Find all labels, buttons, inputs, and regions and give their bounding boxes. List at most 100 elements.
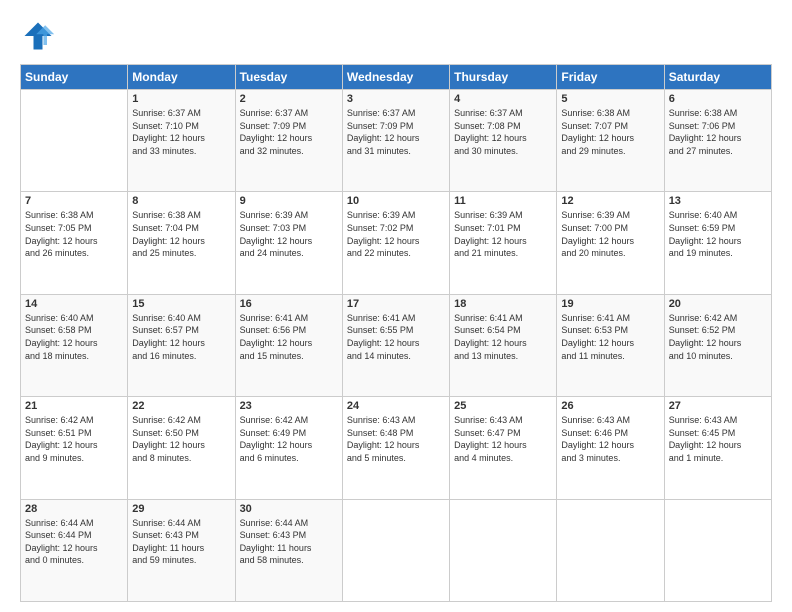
day-info: Sunrise: 6:42 AM Sunset: 6:51 PM Dayligh… xyxy=(25,414,123,464)
day-number: 5 xyxy=(561,93,659,105)
day-cell xyxy=(342,499,449,601)
day-cell: 29Sunrise: 6:44 AM Sunset: 6:43 PM Dayli… xyxy=(128,499,235,601)
day-cell: 18 Sunrise: 6:41 AM Sunset: 6:54 PM Dayli… xyxy=(450,294,557,396)
day-cell: 21 Sunrise: 6:42 AM Sunset: 6:51 PM Dayli… xyxy=(21,397,128,499)
day-cell xyxy=(450,499,557,601)
day-number: 20 xyxy=(669,298,767,310)
logo-icon xyxy=(20,18,56,54)
day-info: Sunrise: 6:37 AM Sunset: 7:08 PM Dayligh… xyxy=(454,107,552,157)
day-cell: 25 Sunrise: 6:43 AM Sunset: 6:47 PM Dayli… xyxy=(450,397,557,499)
day-number: 7 xyxy=(25,195,123,207)
day-info: Sunrise: 6:44 AM Sunset: 6:43 PM Dayligh… xyxy=(240,517,338,567)
logo xyxy=(20,18,60,54)
day-number: 25 xyxy=(454,400,552,412)
day-number: 18 xyxy=(454,298,552,310)
week-row-0: 1Sunrise: 6:37 AM Sunset: 7:10 PM Daylig… xyxy=(21,90,772,192)
day-cell: 1Sunrise: 6:37 AM Sunset: 7:10 PM Daylig… xyxy=(128,90,235,192)
day-number: 6 xyxy=(669,93,767,105)
day-info: Sunrise: 6:40 AM Sunset: 6:58 PM Dayligh… xyxy=(25,312,123,362)
day-number: 17 xyxy=(347,298,445,310)
day-cell: 17 Sunrise: 6:41 AM Sunset: 6:55 PM Dayli… xyxy=(342,294,449,396)
day-number: 22 xyxy=(132,400,230,412)
day-info: Sunrise: 6:38 AM Sunset: 7:04 PM Dayligh… xyxy=(132,209,230,259)
week-row-2: 14 Sunrise: 6:40 AM Sunset: 6:58 PM Dayli… xyxy=(21,294,772,396)
day-number: 12 xyxy=(561,195,659,207)
day-info: Sunrise: 6:43 AM Sunset: 6:45 PM Dayligh… xyxy=(669,414,767,464)
day-number: 9 xyxy=(240,195,338,207)
day-number: 23 xyxy=(240,400,338,412)
day-cell: 5 Sunrise: 6:38 AM Sunset: 7:07 PM Daylig… xyxy=(557,90,664,192)
page: SundayMondayTuesdayWednesdayThursdayFrid… xyxy=(0,0,792,612)
day-cell: 22 Sunrise: 6:42 AM Sunset: 6:50 PM Dayli… xyxy=(128,397,235,499)
day-number: 15 xyxy=(132,298,230,310)
day-info: Sunrise: 6:38 AM Sunset: 7:06 PM Dayligh… xyxy=(669,107,767,157)
day-info: Sunrise: 6:39 AM Sunset: 7:02 PM Dayligh… xyxy=(347,209,445,259)
day-number: 4 xyxy=(454,93,552,105)
day-cell xyxy=(664,499,771,601)
day-info: Sunrise: 6:42 AM Sunset: 6:52 PM Dayligh… xyxy=(669,312,767,362)
week-row-1: 7 Sunrise: 6:38 AM Sunset: 7:05 PM Daylig… xyxy=(21,192,772,294)
day-cell: 15 Sunrise: 6:40 AM Sunset: 6:57 PM Dayli… xyxy=(128,294,235,396)
day-info: Sunrise: 6:37 AM Sunset: 7:10 PM Dayligh… xyxy=(132,107,230,157)
day-cell: 2Sunrise: 6:37 AM Sunset: 7:09 PM Daylig… xyxy=(235,90,342,192)
day-number: 24 xyxy=(347,400,445,412)
day-cell: 4 Sunrise: 6:37 AM Sunset: 7:08 PM Daylig… xyxy=(450,90,557,192)
day-number: 14 xyxy=(25,298,123,310)
day-cell: 26 Sunrise: 6:43 AM Sunset: 6:46 PM Dayli… xyxy=(557,397,664,499)
day-cell: 7 Sunrise: 6:38 AM Sunset: 7:05 PM Daylig… xyxy=(21,192,128,294)
week-row-3: 21 Sunrise: 6:42 AM Sunset: 6:51 PM Dayli… xyxy=(21,397,772,499)
day-cell xyxy=(21,90,128,192)
day-cell: 23 Sunrise: 6:42 AM Sunset: 6:49 PM Dayli… xyxy=(235,397,342,499)
day-info: Sunrise: 6:41 AM Sunset: 6:56 PM Dayligh… xyxy=(240,312,338,362)
day-number: 10 xyxy=(347,195,445,207)
day-cell: 11 Sunrise: 6:39 AM Sunset: 7:01 PM Dayli… xyxy=(450,192,557,294)
day-info: Sunrise: 6:39 AM Sunset: 7:00 PM Dayligh… xyxy=(561,209,659,259)
day-number: 8 xyxy=(132,195,230,207)
day-cell: 8 Sunrise: 6:38 AM Sunset: 7:04 PM Daylig… xyxy=(128,192,235,294)
header xyxy=(20,18,772,54)
calendar-table: SundayMondayTuesdayWednesdayThursdayFrid… xyxy=(20,64,772,602)
day-header-sunday: Sunday xyxy=(21,65,128,90)
day-number: 21 xyxy=(25,400,123,412)
day-info: Sunrise: 6:42 AM Sunset: 6:49 PM Dayligh… xyxy=(240,414,338,464)
day-info: Sunrise: 6:41 AM Sunset: 6:53 PM Dayligh… xyxy=(561,312,659,362)
day-number: 27 xyxy=(669,400,767,412)
day-cell: 13 Sunrise: 6:40 AM Sunset: 6:59 PM Dayli… xyxy=(664,192,771,294)
day-cell: 30 Sunrise: 6:44 AM Sunset: 6:43 PM Dayli… xyxy=(235,499,342,601)
day-cell: 6 Sunrise: 6:38 AM Sunset: 7:06 PM Daylig… xyxy=(664,90,771,192)
day-number: 30 xyxy=(240,503,338,515)
day-info: Sunrise: 6:43 AM Sunset: 6:48 PM Dayligh… xyxy=(347,414,445,464)
day-cell: 20 Sunrise: 6:42 AM Sunset: 6:52 PM Dayli… xyxy=(664,294,771,396)
day-info: Sunrise: 6:43 AM Sunset: 6:46 PM Dayligh… xyxy=(561,414,659,464)
day-info: Sunrise: 6:38 AM Sunset: 7:07 PM Dayligh… xyxy=(561,107,659,157)
day-info: Sunrise: 6:38 AM Sunset: 7:05 PM Dayligh… xyxy=(25,209,123,259)
day-info: Sunrise: 6:44 AM Sunset: 6:43 PM Dayligh… xyxy=(132,517,230,567)
day-cell: 16 Sunrise: 6:41 AM Sunset: 6:56 PM Dayli… xyxy=(235,294,342,396)
day-cell: 28Sunrise: 6:44 AM Sunset: 6:44 PM Dayli… xyxy=(21,499,128,601)
day-info: Sunrise: 6:41 AM Sunset: 6:55 PM Dayligh… xyxy=(347,312,445,362)
day-cell: 12 Sunrise: 6:39 AM Sunset: 7:00 PM Dayli… xyxy=(557,192,664,294)
day-info: Sunrise: 6:40 AM Sunset: 6:57 PM Dayligh… xyxy=(132,312,230,362)
day-number: 16 xyxy=(240,298,338,310)
day-cell: 9 Sunrise: 6:39 AM Sunset: 7:03 PM Daylig… xyxy=(235,192,342,294)
day-number: 26 xyxy=(561,400,659,412)
day-info: Sunrise: 6:43 AM Sunset: 6:47 PM Dayligh… xyxy=(454,414,552,464)
day-number: 3 xyxy=(347,93,445,105)
day-cell: 27 Sunrise: 6:43 AM Sunset: 6:45 PM Dayli… xyxy=(664,397,771,499)
day-info: Sunrise: 6:41 AM Sunset: 6:54 PM Dayligh… xyxy=(454,312,552,362)
day-number: 13 xyxy=(669,195,767,207)
day-info: Sunrise: 6:42 AM Sunset: 6:50 PM Dayligh… xyxy=(132,414,230,464)
day-cell: 3 Sunrise: 6:37 AM Sunset: 7:09 PM Daylig… xyxy=(342,90,449,192)
day-info: Sunrise: 6:44 AM Sunset: 6:44 PM Dayligh… xyxy=(25,517,123,567)
day-cell: 19Sunrise: 6:41 AM Sunset: 6:53 PM Dayli… xyxy=(557,294,664,396)
day-header-monday: Monday xyxy=(128,65,235,90)
day-header-thursday: Thursday xyxy=(450,65,557,90)
day-cell: 10 Sunrise: 6:39 AM Sunset: 7:02 PM Dayli… xyxy=(342,192,449,294)
day-info: Sunrise: 6:39 AM Sunset: 7:01 PM Dayligh… xyxy=(454,209,552,259)
day-info: Sunrise: 6:40 AM Sunset: 6:59 PM Dayligh… xyxy=(669,209,767,259)
day-info: Sunrise: 6:39 AM Sunset: 7:03 PM Dayligh… xyxy=(240,209,338,259)
day-cell: 24 Sunrise: 6:43 AM Sunset: 6:48 PM Dayli… xyxy=(342,397,449,499)
day-info: Sunrise: 6:37 AM Sunset: 7:09 PM Dayligh… xyxy=(347,107,445,157)
week-row-4: 28Sunrise: 6:44 AM Sunset: 6:44 PM Dayli… xyxy=(21,499,772,601)
day-number: 11 xyxy=(454,195,552,207)
